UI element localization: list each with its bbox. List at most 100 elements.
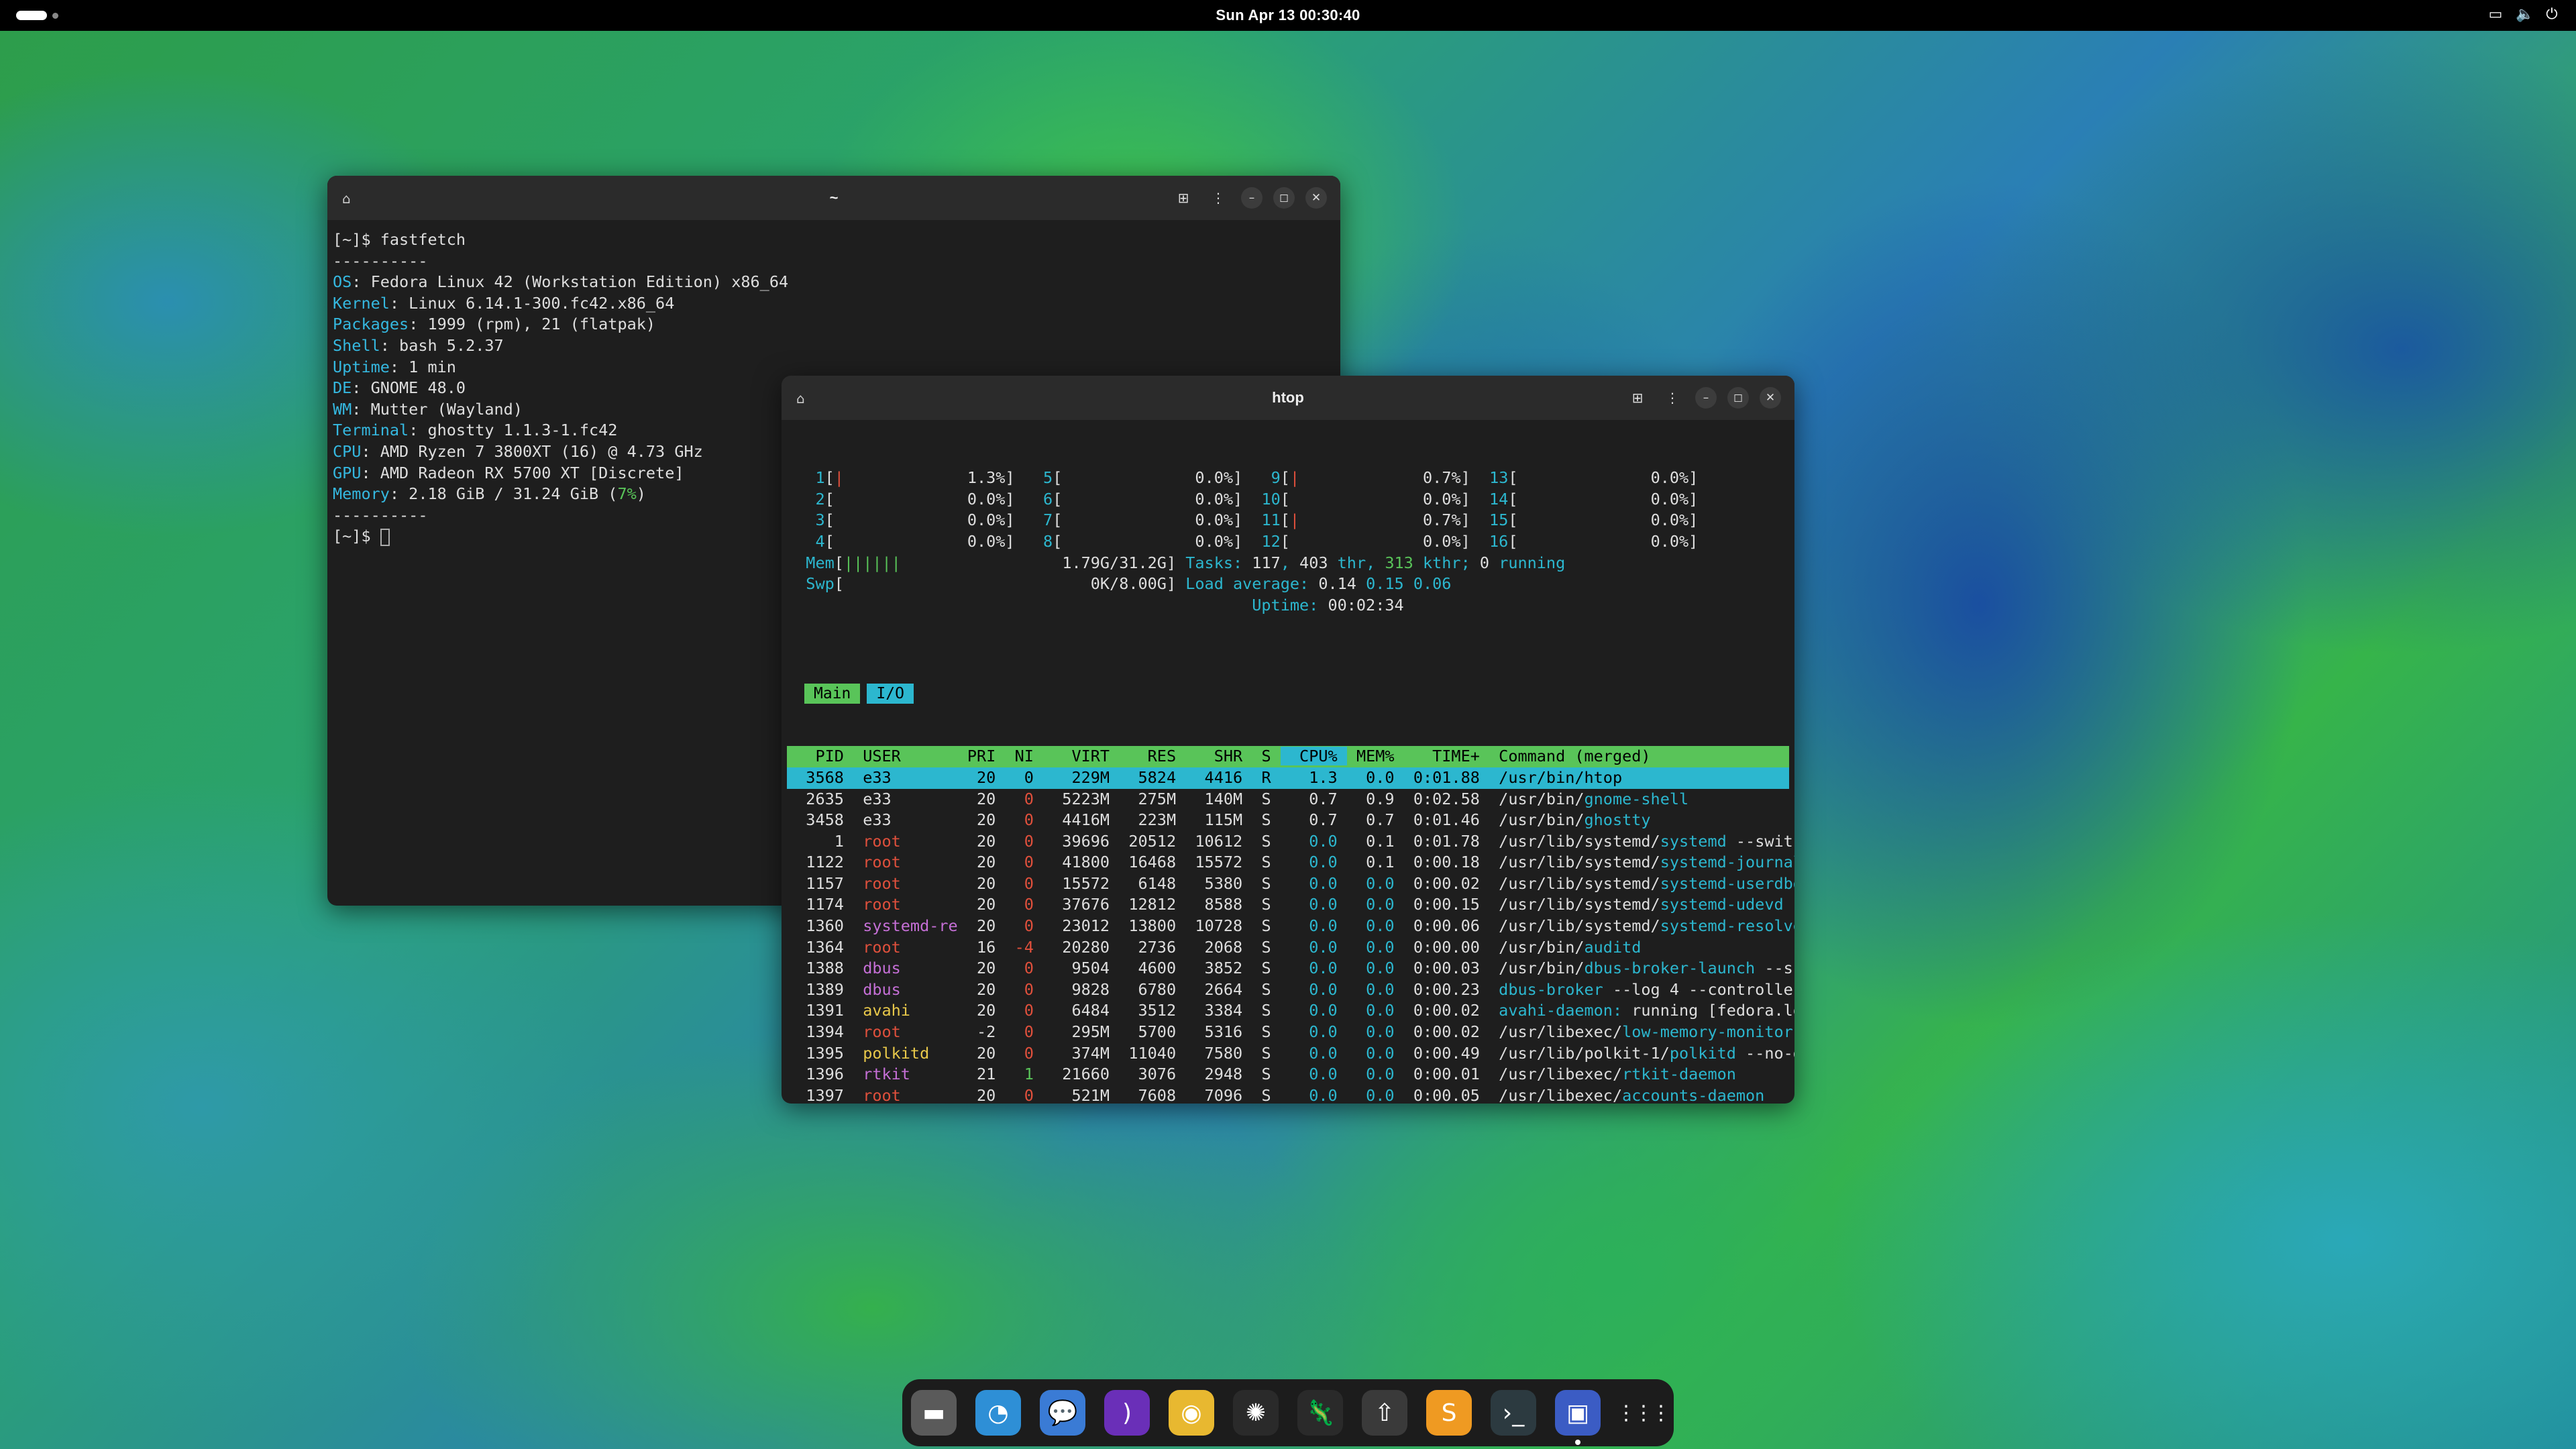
column-header-res[interactable]: RES: [1119, 747, 1185, 765]
info-key: OS: [333, 272, 352, 292]
process-cell: 5700: [1119, 1022, 1186, 1042]
files-icon[interactable]: ▬: [911, 1390, 957, 1436]
tab-io[interactable]: I/O: [867, 684, 914, 704]
mem-label: Mem: [787, 553, 835, 572]
maximize-button[interactable]: ◻: [1727, 387, 1749, 409]
process-row[interactable]: 1 root 20 0 39696 20512 10612 S 0.0 0.1 …: [787, 831, 1794, 853]
maximize-button[interactable]: ◻: [1273, 187, 1295, 209]
process-row[interactable]: 1397 root 20 0 521M 7608 7096 S 0.0 0.0 …: [787, 1085, 1789, 1104]
tabs-overview-icon[interactable]: ⊞: [1171, 186, 1195, 210]
close-button[interactable]: ✕: [1760, 387, 1781, 409]
cpu-bar: |: [1289, 468, 1300, 488]
htop-body[interactable]: 1[| 1.3%] 5[ 0.0%] 9[| 0.7%] 13[ 0.0%] 2…: [782, 420, 1794, 1104]
process-row[interactable]: 1388 dbus 20 0 9504 4600 3852 S 0.0 0.0 …: [787, 958, 1794, 979]
cursor[interactable]: [380, 528, 390, 546]
bracket: [: [824, 531, 835, 551]
command-name: systemd: [1660, 831, 1727, 851]
window-titlebar[interactable]: ⌂ ~ ⊞ ⋮ – ◻ ✕: [327, 176, 1340, 220]
menu-icon[interactable]: ⋮: [1660, 386, 1684, 410]
process-cell: 1157: [787, 873, 854, 893]
top-bar: Sun Apr 13 00:30:40 ▭ 🔈 ⏻: [0, 0, 2576, 31]
process-cell: 0.9: [1346, 789, 1404, 808]
cpu-percent: 0.0%]: [1062, 489, 1252, 508]
browser-icon[interactable]: ◔: [975, 1390, 1021, 1436]
cpu-label: 4: [796, 531, 825, 551]
volume-icon[interactable]: 🔈: [2516, 7, 2534, 23]
column-header-ni[interactable]: NI: [1005, 747, 1043, 765]
terminal-icon[interactable]: ›_: [1491, 1390, 1536, 1436]
process-row[interactable]: 1157 root 20 0 15572 6148 5380 S 0.0 0.0…: [787, 873, 1794, 895]
process-row[interactable]: 1364 root 16 -4 20280 2736 2068 S 0.0 0.…: [787, 937, 1789, 959]
window-titlebar[interactable]: ⌂ htop ⊞ ⋮ – ◻ ✕: [782, 376, 1794, 420]
column-header-pid[interactable]: PID: [787, 747, 853, 765]
camera-icon[interactable]: ◉: [1169, 1390, 1214, 1436]
power-icon[interactable]: ⏻: [2544, 7, 2560, 23]
cpu-label: 10: [1252, 489, 1281, 508]
podcast-icon[interactable]: ): [1104, 1390, 1150, 1436]
process-row[interactable]: 1389 dbus 20 0 9828 6780 2664 S 0.0 0.0 …: [787, 979, 1794, 1001]
tabs-overview-icon[interactable]: ⊞: [1625, 386, 1650, 410]
minimize-button[interactable]: –: [1241, 187, 1263, 209]
screen-icon[interactable]: ▭: [2487, 7, 2504, 23]
ghostty-icon[interactable]: ▣: [1555, 1390, 1601, 1445]
column-header-s[interactable]: S: [1252, 747, 1280, 765]
terminal-line: Uptime: 1 min: [333, 357, 1335, 378]
bracket: [: [824, 468, 835, 488]
column-header-shr[interactable]: SHR: [1185, 747, 1252, 765]
process-row[interactable]: 1360 systemd-re 20 0 23012 13800 10728 S…: [787, 916, 1794, 937]
process-cell: S: [1252, 959, 1281, 978]
process-row[interactable]: 1391 avahi 20 0 6484 3512 3384 S 0.0 0.0…: [787, 1000, 1794, 1022]
process-table[interactable]: PID USER PRI NI VIRT RES SHR S CPU% MEM%…: [787, 746, 1794, 1104]
cpu-percent: 0.0%]: [1517, 489, 1708, 508]
process-cell: 3076: [1119, 1065, 1186, 1084]
command-name: rtkit-daemon: [1622, 1065, 1736, 1084]
gecko-icon[interactable]: 🦎: [1297, 1390, 1343, 1436]
upload-icon[interactable]: ⇧: [1362, 1390, 1407, 1436]
cpu-percent: 0.0%]: [834, 531, 1024, 551]
process-row[interactable]: 1174 root 20 0 37676 12812 8588 S 0.0 0.…: [787, 894, 1789, 916]
column-header-commandmerged[interactable]: Command (merged): [1489, 747, 1650, 765]
running-count: 0: [1479, 553, 1490, 572]
info-value: ----------: [333, 505, 428, 525]
minimize-button[interactable]: –: [1695, 387, 1717, 409]
sublime-icon[interactable]: S: [1426, 1390, 1472, 1436]
app-grid-icon[interactable]: ⋮⋮⋮: [1616, 1390, 1671, 1436]
column-header-cpu[interactable]: CPU%: [1280, 747, 1347, 766]
process-cell: 0.0: [1346, 1085, 1404, 1104]
info-value: : 1 min: [389, 357, 456, 376]
clock[interactable]: Sun Apr 13 00:30:40: [1216, 7, 1360, 24]
close-button[interactable]: ✕: [1305, 187, 1327, 209]
process-row[interactable]: 1394 root -2 0 295M 5700 5316 S 0.0 0.0 …: [787, 1022, 1793, 1043]
process-row[interactable]: 1122 root 20 0 41800 16468 15572 S 0.0 0…: [787, 852, 1794, 873]
tab-main[interactable]: Main: [804, 684, 861, 704]
process-row[interactable]: 1396 rtkit 21 1 21660 3076 2948 S 0.0 0.…: [787, 1064, 1789, 1085]
process-cell: 1122: [787, 853, 854, 872]
info-value: : bash 5.2.37: [380, 335, 504, 355]
htop-terminal-window[interactable]: ⌂ htop ⊞ ⋮ – ◻ ✕ 1[| 1.3%] 5[ 0.0%] 9[| …: [782, 376, 1794, 1104]
column-header-mem[interactable]: MEM%: [1347, 747, 1404, 765]
process-cell: 20: [967, 831, 1006, 851]
chat-icon[interactable]: 💬: [1040, 1390, 1085, 1436]
bracket: [: [824, 489, 835, 508]
process-cell: 0.0: [1280, 1043, 1347, 1063]
column-header-virt[interactable]: VIRT: [1043, 747, 1119, 765]
info-value: : ghostty 1.1.3-1.fc42: [409, 421, 618, 440]
command-path: /usr/bin/: [1489, 810, 1585, 830]
cpu-percent: 0.0%]: [1517, 531, 1708, 551]
process-row[interactable]: 3458 e33 20 0 4416M 223M 115M S 0.7 0.7 …: [787, 810, 1789, 831]
color-wheel-icon[interactable]: ✺: [1233, 1390, 1279, 1436]
activities-button[interactable]: [16, 11, 58, 20]
process-row[interactable]: 2635 e33 20 0 5223M 275M 140M S 0.7 0.9 …: [787, 789, 1789, 810]
cpu-percent: 0.0%]: [1289, 531, 1480, 551]
menu-icon[interactable]: ⋮: [1206, 186, 1230, 210]
terminal-line: Packages: 1999 (rpm), 21 (flatpak): [333, 314, 1335, 335]
load-5: 0.15: [1366, 574, 1413, 594]
system-tray[interactable]: ▭ 🔈 ⏻: [2487, 7, 2560, 23]
column-header-time[interactable]: TIME+: [1404, 747, 1489, 765]
tasks-sep: thr,: [1328, 553, 1385, 572]
process-row[interactable]: 1395 polkitd 20 0 374M 11040 7580 S 0.0 …: [787, 1043, 1794, 1065]
column-header-user[interactable]: USER: [853, 747, 967, 765]
process-row[interactable]: 3568 e33 20 0 229M 5824 4416 R 1.3 0.0 0…: [787, 767, 1789, 789]
column-header-pri[interactable]: PRI: [967, 747, 1006, 765]
cpu-meter-row: 4[ 0.0%] 8[ 0.0%] 12[ 0.0%] 16[ 0.0%]: [787, 531, 1789, 553]
